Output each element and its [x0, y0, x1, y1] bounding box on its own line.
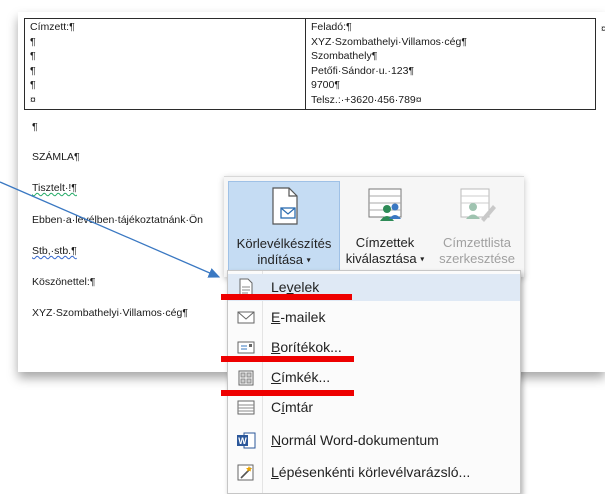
highlight-bar-letters: [221, 294, 352, 300]
signature-paragraph: XYZ·Szombathelyi·Villamos·cég¶: [32, 307, 188, 319]
invoice-heading: SZÁMLA¶: [32, 151, 80, 163]
recipient-line: ¶: [30, 64, 36, 77]
sender-line: Feladó:¶: [311, 21, 352, 33]
sender-line: Telsz.:·+3620·456·789¤: [311, 93, 422, 106]
edit-recipient-list-label-2: szerkesztése: [439, 251, 515, 266]
envelope-label-icon: [237, 341, 255, 354]
mailings-ribbon: Körlevélkészítés indítása ▾ Címzettek ki…: [224, 176, 524, 277]
mail-merge-type-menu: Levelek E-mailek Borítékok... Címkék...: [227, 270, 521, 494]
highlight-bar-envelopes: [221, 356, 354, 362]
sender-cell[interactable]: Feladó:¶ XYZ·Szombathelyi·Villamos·cég¶ …: [305, 18, 596, 110]
start-mail-merge-label: Körlevélkészítés: [236, 236, 332, 251]
edit-recipient-list-label: Címzettlista: [443, 235, 511, 250]
chevron-down-icon: ▾: [306, 255, 311, 265]
recipient-line: ¶: [30, 79, 36, 92]
menu-item-directory[interactable]: Címtár: [228, 394, 520, 421]
recipient-line: Címzett:¶: [30, 21, 75, 33]
recipient-line: ¶: [30, 35, 36, 48]
edit-recipient-list-icon: [460, 188, 496, 222]
select-recipients-label-2: kiválasztása ▾: [345, 251, 425, 266]
menu-item-label: Normál Word-dokumentum: [271, 432, 439, 448]
empty-paragraph: ¶: [32, 121, 38, 133]
sender-line: Petőfi·Sándor·u.·123¶: [311, 64, 415, 77]
labels-icon: [238, 370, 254, 386]
start-mail-merge-icon: [272, 187, 298, 225]
thanks-paragraph: Köszönettel:¶: [32, 276, 96, 288]
etc-paragraph: Stb,·stb.¶: [32, 245, 77, 257]
chevron-down-icon: ▾: [420, 254, 425, 264]
sender-line: 9700¶: [311, 79, 340, 92]
word-document-icon: W: [237, 432, 256, 449]
menu-item-labels[interactable]: Címkék...: [228, 364, 520, 391]
menu-item-label: Levelek: [271, 279, 320, 295]
edit-recipient-list-button[interactable]: Címzettlista szerkesztése: [432, 181, 522, 269]
svg-text:W: W: [238, 436, 247, 446]
address-table[interactable]: Címzett:¶ ¶ ¶ ¶ ¶ ¤ Feladó:¶ XYZ·Szombat…: [24, 18, 596, 110]
select-recipients-icon: [368, 188, 402, 221]
menu-item-label: Címtár: [271, 399, 314, 415]
menu-item-label: Borítékok...: [271, 339, 342, 355]
recipient-line: ¤: [30, 93, 36, 106]
wizard-icon: [237, 464, 254, 481]
menu-item-label: Címkék...: [271, 369, 331, 385]
row-end-mark: ¤: [601, 24, 605, 35]
sender-line: Szombathely¶: [311, 50, 378, 63]
sender-line: XYZ·Szombathelyi·Villamos·cég¶: [311, 35, 467, 48]
menu-item-normal-word-document[interactable]: W Normál Word-dokumentum: [228, 427, 520, 454]
start-mail-merge-button[interactable]: Körlevélkészítés indítása ▾: [228, 181, 340, 271]
menu-item-emails[interactable]: E-mailek: [228, 304, 520, 331]
recipient-cell[interactable]: Címzett:¶ ¶ ¶ ¶ ¶ ¤: [24, 18, 306, 110]
greeting-paragraph: Tisztelt·!¶: [32, 182, 77, 194]
highlight-bar-labels: [221, 390, 354, 396]
start-mail-merge-label-2: indítása ▾: [257, 252, 311, 267]
select-recipients-button[interactable]: Címzettek kiválasztása ▾: [340, 181, 430, 269]
select-recipients-label: Címzettek: [355, 235, 415, 250]
recipient-line: ¶: [30, 50, 36, 63]
menu-item-label: E-mailek: [271, 309, 326, 325]
envelope-icon: [237, 311, 255, 324]
body-paragraph: Ebben·a·levélben·tájékoztatnánk·Ön: [32, 214, 204, 226]
menu-item-step-by-step-wizard[interactable]: Lépésenkénti körlevélvarázsló...: [228, 459, 520, 486]
menu-item-label: Lépésenkénti körlevélvarázsló...: [271, 464, 471, 480]
directory-icon: [237, 400, 255, 415]
